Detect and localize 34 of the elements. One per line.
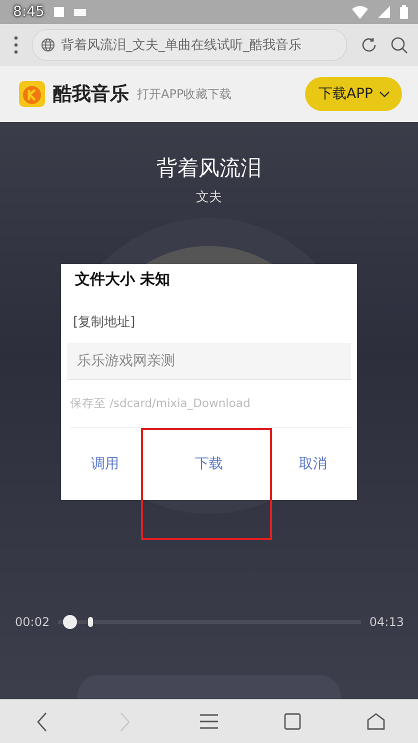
tagline: 打开APP收藏下载 <box>137 86 233 102</box>
app-logo-icon <box>19 81 45 107</box>
signal-icon <box>378 6 390 18</box>
menu-icon <box>200 714 218 729</box>
home-icon <box>367 713 386 730</box>
file-name-field[interactable]: 乐乐游戏网亲测 <box>67 343 351 380</box>
slider-thumb[interactable] <box>63 615 78 629</box>
total-time: 04:13 <box>369 615 404 629</box>
download-app-button[interactable]: 下载APP <box>304 77 402 111</box>
status-time: 8:45 <box>13 4 44 20</box>
reload-icon[interactable] <box>361 37 377 53</box>
square-icon <box>284 713 302 730</box>
battery-icon <box>400 5 408 19</box>
globe-icon <box>41 38 55 52</box>
dialog-button[interactable]: 下载 <box>171 449 247 479</box>
buffer-marker <box>88 617 93 627</box>
brand-name: 酷我音乐 <box>53 82 129 107</box>
search-icon[interactable] <box>391 36 408 54</box>
dialog-title: 文件大小 未知 <box>75 270 172 289</box>
dialog-button[interactable]: 调用 <box>67 449 143 479</box>
address-bar[interactable]: 背着风流泪_文夫_单曲在线试听_酷我音乐 <box>32 29 347 61</box>
wifi-icon <box>352 6 368 18</box>
chevron-down-icon <box>379 90 390 98</box>
save-path: 保存至 /sdcard/mixia_Download <box>70 396 351 428</box>
back-icon <box>36 712 48 732</box>
more-icon[interactable] <box>14 36 18 54</box>
forward-icon <box>119 712 132 732</box>
notification-icon <box>54 7 64 17</box>
song-title: 背着风流泪 <box>156 155 262 182</box>
elapsed-time: 00:02 <box>15 615 50 629</box>
copy-link[interactable]: [复制地址] <box>73 313 351 331</box>
artist-name: 文夫 <box>196 189 222 206</box>
dialog-button[interactable]: 取消 <box>275 449 351 479</box>
keyboard-icon <box>74 8 86 16</box>
